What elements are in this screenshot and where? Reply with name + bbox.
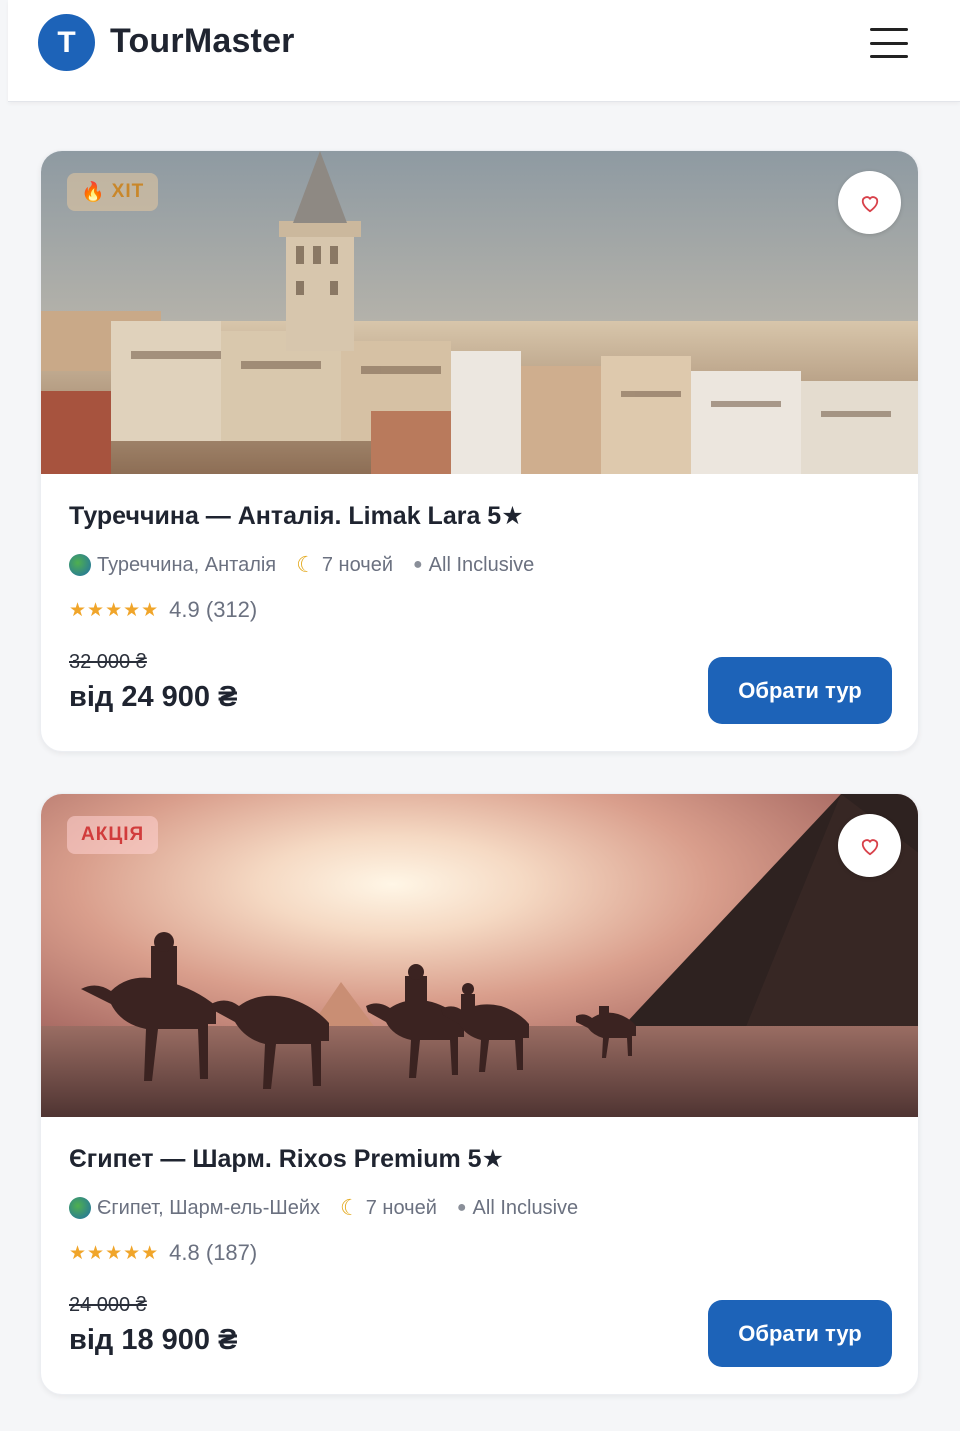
tour-board: All Inclusive xyxy=(472,1196,579,1219)
brand-name[interactable]: TourMaster xyxy=(110,22,295,61)
fire-icon: 🔥 xyxy=(81,182,106,203)
old-price: 24 000 ₴ xyxy=(69,1294,147,1316)
globe-icon xyxy=(69,554,91,576)
tour-rating: ★★★★★ 4.9 (312) xyxy=(69,597,257,623)
hit-badge: 🔥 ХІТ xyxy=(67,173,159,211)
tour-meta: Туреччина, Анталія ☾ 7 ночей ● All Inclu… xyxy=(69,551,554,579)
tour-board: All Inclusive xyxy=(428,553,535,576)
dish-icon: ● xyxy=(413,556,423,573)
sale-badge: АКЦІЯ xyxy=(67,816,159,854)
tour-nights: 7 ночей xyxy=(321,553,393,576)
tour-title[interactable]: Єгипет — Шарм. Rixos Premium 5★ xyxy=(69,1144,504,1174)
rating-value: 4.8 (187) xyxy=(169,1240,258,1265)
tour-location: Туреччина, Анталія xyxy=(97,553,277,576)
moon-icon: ☾ xyxy=(340,1195,360,1220)
choose-tour-button[interactable]: Обрати тур xyxy=(708,1300,892,1367)
tour-image-pyramids: АКЦІЯ xyxy=(41,794,918,1117)
heart-icon xyxy=(861,838,878,855)
tour-card-egypt: АКЦІЯ Єгипет — Шарм. Rixos Premium 5★ Єг… xyxy=(40,793,919,1395)
logo-badge[interactable]: T xyxy=(38,14,95,71)
old-price: 32 000 ₴ xyxy=(69,651,147,673)
current-price: від 24 900 ₴ xyxy=(69,681,238,713)
globe-icon xyxy=(69,1197,91,1219)
tour-location: Єгипет, Шарм-ель-Шейх xyxy=(97,1196,321,1219)
top-header: T TourMaster xyxy=(8,0,960,102)
heart-icon xyxy=(861,195,878,212)
sale-badge-label: АКЦІЯ xyxy=(81,824,145,845)
tour-card-turkey: 🔥 ХІТ Туреччина — Анталія. Limak Lara 5★… xyxy=(40,150,919,752)
tour-rating: ★★★★★ 4.8 (187) xyxy=(69,1240,257,1266)
rating-value: 4.9 (312) xyxy=(169,597,258,622)
tour-title[interactable]: Туреччина — Анталія. Limak Lara 5★ xyxy=(69,501,524,531)
tour-image-istanbul: 🔥 ХІТ xyxy=(41,151,918,474)
moon-icon: ☾ xyxy=(296,552,316,577)
logo-letter: T xyxy=(57,25,76,59)
tour-meta: Єгипет, Шарм-ель-Шейх ☾ 7 ночей ● All In… xyxy=(69,1194,598,1222)
favorite-button[interactable] xyxy=(838,814,901,877)
favorite-button[interactable] xyxy=(838,171,901,234)
dish-icon: ● xyxy=(456,1199,467,1216)
star-rating-icon: ★★★★★ xyxy=(69,1242,160,1264)
hit-badge-label: ХІТ xyxy=(111,181,145,202)
choose-tour-button[interactable]: Обрати тур xyxy=(708,657,892,724)
tour-nights: 7 ночей xyxy=(365,1196,437,1219)
current-price: від 18 900 ₴ xyxy=(69,1324,238,1356)
star-rating-icon: ★★★★★ xyxy=(69,599,160,621)
hamburger-icon[interactable] xyxy=(870,28,908,58)
